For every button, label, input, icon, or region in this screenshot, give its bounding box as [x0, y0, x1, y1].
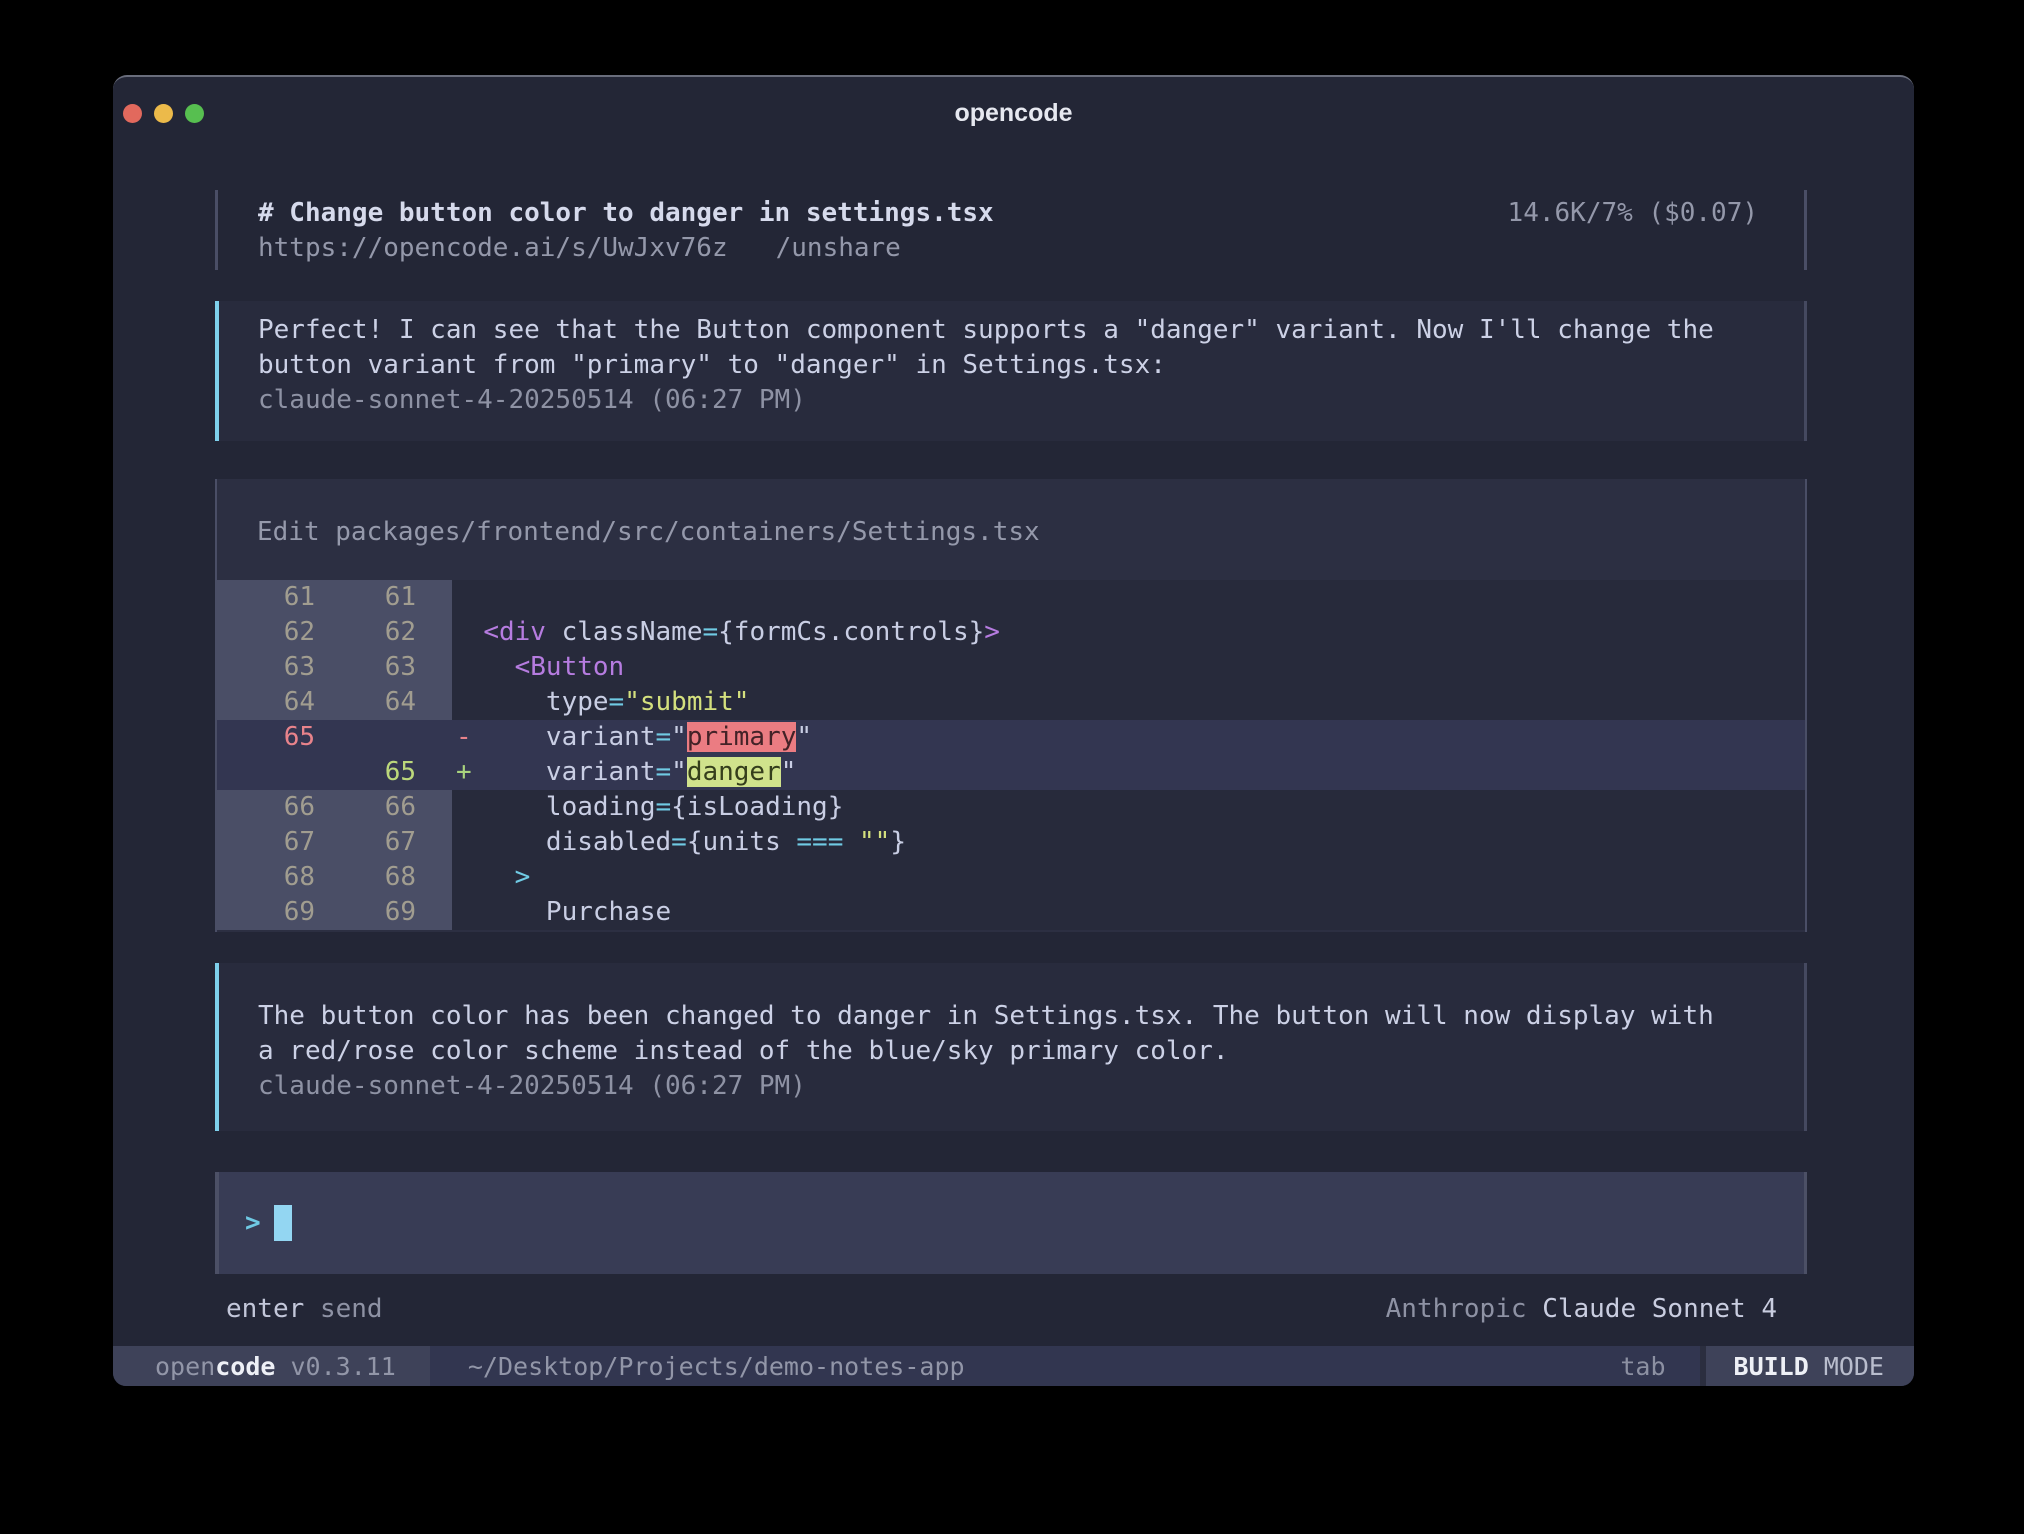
diff-code-line: type="submit"	[452, 685, 1805, 720]
message-line: Perfect! I can see that the Button compo…	[258, 313, 1804, 348]
enter-action-label: send	[320, 1294, 383, 1324]
diff-row: 65 - variant="primary"	[217, 720, 1805, 755]
status-bar: opencode v0.3.11 ~/Desktop/Projects/demo…	[113, 1346, 1914, 1386]
text-cursor	[274, 1205, 292, 1241]
diff-view: 61616262 <div className={formCs.controls…	[217, 580, 1805, 930]
new-line-number: 66	[329, 790, 430, 825]
prompt-chevron: >	[245, 1208, 261, 1238]
titlebar: opencode	[113, 77, 1914, 149]
opencode-window: opencode # Change button color to danger…	[113, 75, 1914, 1386]
diff-code-line: <div className={formCs.controls}>	[452, 615, 1805, 650]
app-name-open: open	[155, 1352, 215, 1381]
old-line-number: 68	[217, 860, 329, 895]
old-line-number: 61	[217, 580, 329, 615]
old-line-number: 67	[217, 825, 329, 860]
model-label: Claude Sonnet 4	[1542, 1294, 1777, 1324]
gutter-gap	[430, 685, 452, 720]
gutter-gap	[430, 895, 452, 930]
enter-hint: enter send	[226, 1292, 383, 1327]
diff-row: 65 + variant="danger"	[217, 755, 1805, 790]
session-title: # Change button color to danger in setti…	[258, 196, 994, 231]
gutter-gap	[430, 580, 452, 615]
session-header: # Change button color to danger in setti…	[215, 190, 1807, 270]
old-line-number: 62	[217, 615, 329, 650]
assistant-message: The button color has been changed to dan…	[215, 963, 1807, 1131]
new-line-number	[329, 720, 430, 755]
message-line: button variant from "primary" to "danger…	[258, 348, 1804, 383]
app-name-code: code	[215, 1352, 275, 1381]
added-marker: +	[456, 755, 472, 790]
app-version-chip: opencode v0.3.11	[113, 1346, 430, 1386]
old-line-number: 64	[217, 685, 329, 720]
diff-row: 6262 <div className={formCs.controls}>	[217, 615, 1805, 650]
diff-code-line: disabled={units === ""}	[452, 825, 1805, 860]
diff-code-line: loading={isLoading}	[452, 790, 1805, 825]
old-line-number: 63	[217, 650, 329, 685]
diff-row: 6969 Purchase	[217, 895, 1805, 930]
diff-row: 6161	[217, 580, 1805, 615]
window-title: opencode	[113, 99, 1914, 128]
mode-word-label: MODE	[1824, 1352, 1884, 1381]
removed-marker: -	[456, 720, 472, 755]
diff-row: 6868 >	[217, 860, 1805, 895]
hint-bar: enter send Anthropic Claude Sonnet 4	[215, 1292, 1807, 1327]
diff-row: 6464 type="submit"	[217, 685, 1805, 720]
message-text: The button color has been changed to dan…	[258, 999, 1804, 1069]
old-line-number	[217, 755, 329, 790]
gutter-gap	[430, 860, 452, 895]
old-line-number: 66	[217, 790, 329, 825]
prompt-input[interactable]: >	[215, 1172, 1807, 1274]
message-line: a red/rose color scheme instead of the b…	[258, 1034, 1804, 1069]
message-text: Perfect! I can see that the Button compo…	[258, 313, 1804, 383]
old-line-number: 65	[217, 720, 329, 755]
diff-row: 6363 <Button	[217, 650, 1805, 685]
gutter-gap	[430, 825, 452, 860]
model-indicator: Anthropic Claude Sonnet 4	[1386, 1292, 1777, 1327]
edit-file-path: Edit packages/frontend/src/containers/Se…	[257, 515, 1805, 550]
new-line-number: 61	[329, 580, 430, 615]
message-line: The button color has been changed to dan…	[258, 999, 1804, 1034]
assistant-message: Perfect! I can see that the Button compo…	[215, 301, 1807, 441]
diff-code-line: + variant="danger"	[452, 755, 1805, 790]
mode-chip: BUILD MODE	[1700, 1346, 1914, 1386]
new-line-number: 63	[329, 650, 430, 685]
token-cost-stats: 14.6K/7% ($0.07)	[1508, 196, 1758, 231]
desktop: { "window": { "title": "opencode" }, "he…	[0, 0, 2024, 1534]
edit-tool-card: Edit packages/frontend/src/containers/Se…	[215, 479, 1807, 932]
provider-label: Anthropic	[1386, 1294, 1527, 1324]
new-line-number: 62	[329, 615, 430, 650]
working-directory: ~/Desktop/Projects/demo-notes-app	[468, 1346, 965, 1386]
diff-row: 6666 loading={isLoading}	[217, 790, 1805, 825]
old-line-number: 69	[217, 895, 329, 930]
message-meta: claude-sonnet-4-20250514 (06:27 PM)	[258, 383, 1804, 418]
share-url: https://opencode.ai/s/UwJxv76z	[258, 231, 728, 266]
diff-code-line: >	[452, 860, 1805, 895]
diff-code-line: - variant="primary"	[452, 720, 1805, 755]
diff-row: 6767 disabled={units === ""}	[217, 825, 1805, 860]
gutter-gap	[430, 790, 452, 825]
new-line-number: 64	[329, 685, 430, 720]
app-version: v0.3.11	[291, 1352, 396, 1381]
diff-code-line: Purchase	[452, 895, 1805, 930]
gutter-gap	[430, 650, 452, 685]
gutter-gap	[430, 755, 452, 790]
gutter-gap	[430, 615, 452, 650]
new-line-number: 69	[329, 895, 430, 930]
message-meta: claude-sonnet-4-20250514 (06:27 PM)	[258, 1069, 1804, 1104]
unshare-command: /unshare	[776, 231, 901, 266]
enter-key-label: enter	[226, 1294, 304, 1324]
diff-code-line	[452, 580, 1805, 615]
diff-code-line: <Button	[452, 650, 1805, 685]
tab-keybind-hint: tab	[1620, 1346, 1665, 1386]
new-line-number: 65	[329, 755, 430, 790]
new-line-number: 68	[329, 860, 430, 895]
new-line-number: 67	[329, 825, 430, 860]
gutter-gap	[430, 720, 452, 755]
mode-build-label: BUILD	[1734, 1352, 1809, 1381]
